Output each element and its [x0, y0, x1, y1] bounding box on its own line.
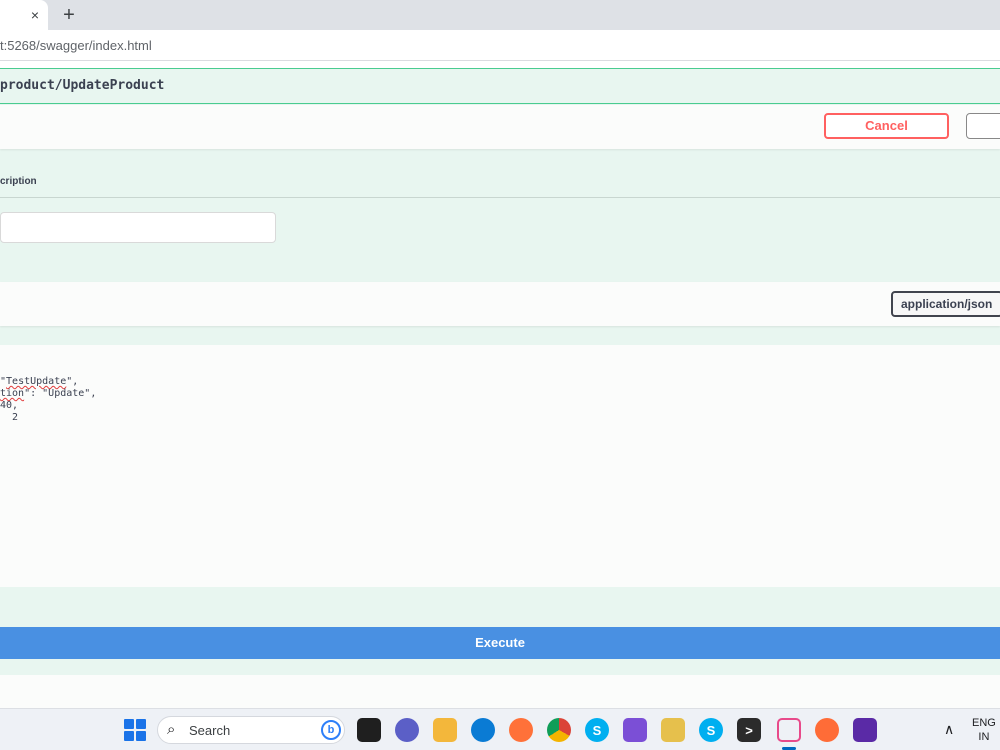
close-tab-icon[interactable]: × [26, 6, 44, 24]
bing-icon[interactable]: b [321, 720, 341, 740]
request-body-header: application/json [0, 282, 1000, 326]
visual-studio-icon[interactable] [623, 718, 647, 742]
search-label: Search [189, 723, 231, 738]
request-body-code[interactable]: "TestUpdate", tion": "Update", 40, 2 [0, 376, 96, 424]
operation-path: product/UpdateProduct [0, 78, 165, 93]
file-explorer-icon[interactable] [433, 718, 457, 742]
chat-icon[interactable] [395, 718, 419, 742]
operation-summary[interactable]: product/UpdateProduct [0, 69, 1000, 104]
code-text: ": "Update", [24, 388, 97, 399]
address-bar[interactable]: t:5268/swagger/index.html [0, 30, 1000, 61]
firefox-icon[interactable] [509, 718, 533, 742]
app-icon[interactable] [853, 718, 877, 742]
chrome-icon[interactable] [547, 718, 571, 742]
parameters-header: Cancel [0, 105, 1000, 149]
chevron-up-icon[interactable]: ∧ [944, 721, 954, 738]
operation-block: product/UpdateProduct Cancel cription ap… [0, 68, 1000, 709]
code-text: 40, [0, 400, 19, 411]
parameter-description-label: cription [0, 176, 37, 187]
new-tab-button[interactable]: + [58, 4, 80, 26]
browser-tab-strip: × + [0, 0, 1000, 30]
dev-tool-icon[interactable] [661, 718, 685, 742]
content-type-select[interactable]: application/json [891, 291, 1000, 317]
skype-icon[interactable]: S [699, 718, 723, 742]
skype-icon[interactable]: S [585, 718, 609, 742]
secondary-button[interactable] [966, 113, 1000, 139]
edge-icon[interactable] [471, 718, 495, 742]
search-icon: ⌕ [167, 721, 176, 738]
windows-start-icon[interactable] [124, 719, 146, 741]
url-text[interactable]: t:5268/swagger/index.html [0, 38, 152, 53]
code-text: ", [66, 376, 79, 387]
parameter-input[interactable] [0, 212, 276, 243]
terminal-icon[interactable]: > [737, 718, 761, 742]
divider [0, 197, 1000, 198]
code-text: tion [0, 388, 25, 399]
execute-button[interactable]: Execute [0, 627, 1000, 659]
language-indicator[interactable]: ENG IN [972, 716, 996, 744]
responses-section [0, 675, 1000, 709]
taskbar: ⌕ Search b S S > ∧ ENG IN [0, 708, 1000, 750]
task-view-icon[interactable] [357, 718, 381, 742]
code-text: TestUpdate [6, 376, 67, 387]
browser-tab[interactable]: × [0, 0, 48, 30]
cancel-button[interactable]: Cancel [824, 113, 949, 139]
request-body-editor[interactable]: "TestUpdate", tion": "Update", 40, 2 [0, 345, 1000, 587]
postman-icon[interactable] [815, 718, 839, 742]
code-text: 2 [0, 412, 19, 423]
snipping-tool-icon[interactable] [777, 718, 801, 742]
taskbar-search[interactable]: ⌕ Search b [157, 716, 345, 744]
